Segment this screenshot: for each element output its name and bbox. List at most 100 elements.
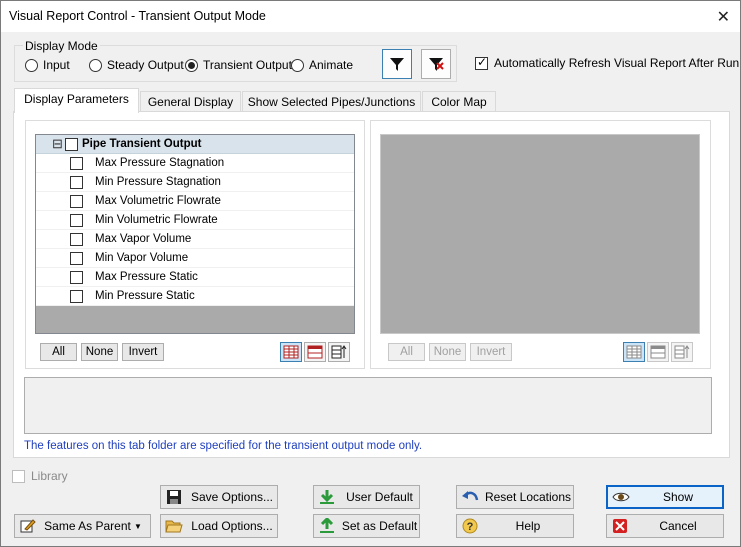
eye-icon xyxy=(608,490,634,504)
sort-button[interactable] xyxy=(328,342,350,362)
tree-row-checkbox[interactable] xyxy=(70,290,83,303)
tree-row[interactable]: Max Pressure Stagnation xyxy=(36,154,354,173)
radio-steady-output-label: Steady Output xyxy=(107,58,184,72)
download-icon xyxy=(314,489,340,505)
tab-general-display-label: General Display xyxy=(147,95,234,109)
collapse-icon[interactable]: ⊟ xyxy=(52,136,63,152)
radio-dot[interactable] xyxy=(25,58,38,72)
tree-row[interactable]: Max Volumetric Flowrate xyxy=(36,192,354,211)
user-default-button[interactable]: User Default xyxy=(313,485,420,509)
tab-show-selected-pipes-junctions[interactable]: Show Selected Pipes/Junctions xyxy=(242,91,421,113)
tree-row-label: Min Pressure Static xyxy=(95,290,195,302)
sort-icon xyxy=(674,345,690,359)
tab-display-parameters[interactable]: Display Parameters xyxy=(14,88,139,113)
preview-table-view-button[interactable] xyxy=(647,342,669,362)
select-all-button[interactable]: All xyxy=(40,343,77,361)
tab-color-map-label: Color Map xyxy=(431,95,487,109)
auto-refresh-label: Automatically Refresh Visual Report Afte… xyxy=(494,56,740,70)
radio-animate-label: Animate xyxy=(309,58,354,72)
tree-row-label: Max Pressure Static xyxy=(95,271,198,283)
library-label: Library xyxy=(31,469,68,483)
clear-filter-button[interactable] xyxy=(421,49,451,79)
dropdown-arrow-icon: ▼ xyxy=(134,521,142,531)
close-icon[interactable]: ✕ xyxy=(717,7,730,27)
tree-row[interactable]: Min Pressure Static xyxy=(36,287,354,306)
filter-icon xyxy=(390,58,404,71)
user-default-label: User Default xyxy=(346,490,413,504)
preview-grid-view-button[interactable] xyxy=(623,342,645,362)
clear-filter-icon xyxy=(429,58,444,71)
tree-row-label: Max Vapor Volume xyxy=(95,233,192,245)
same-as-parent-dropdown[interactable]: Same As Parent ▼ xyxy=(14,514,151,538)
radio-animate[interactable]: Animate xyxy=(291,58,353,72)
cancel-button[interactable]: Cancel xyxy=(606,514,724,538)
tree-row-checkbox[interactable] xyxy=(70,176,83,189)
grid-icon xyxy=(626,345,642,359)
tab-color-map[interactable]: Color Map xyxy=(422,91,496,113)
tree-row-checkbox[interactable] xyxy=(70,252,83,265)
tree-row-label: Min Volumetric Flowrate xyxy=(95,214,218,226)
tree-row[interactable]: Min Volumetric Flowrate xyxy=(36,211,354,230)
window-title: Visual Report Control - Transient Output… xyxy=(9,9,266,23)
show-label: Show xyxy=(662,490,694,504)
tree-row[interactable]: Min Vapor Volume xyxy=(36,249,354,268)
grid-view-button[interactable] xyxy=(280,342,302,362)
svg-text:?: ? xyxy=(467,521,474,533)
same-as-parent-label: Same As Parent xyxy=(44,519,131,533)
preview-all-button[interactable]: All xyxy=(388,343,425,361)
help-label: Help xyxy=(515,519,541,533)
radio-transient-output-label: Transient Output xyxy=(203,58,292,72)
preview-none-button[interactable]: None xyxy=(429,343,466,361)
save-options-button[interactable]: Save Options... xyxy=(160,485,278,509)
preview-sort-button[interactable] xyxy=(671,342,693,362)
tree-header-label: Pipe Transient Output xyxy=(82,138,202,150)
library-checkbox[interactable] xyxy=(12,469,25,483)
preview-invert-button[interactable]: Invert xyxy=(470,343,512,361)
tab-show-selected-label: Show Selected Pipes/Junctions xyxy=(247,95,416,109)
reset-locations-button[interactable]: Reset Locations xyxy=(456,485,574,509)
radio-input[interactable]: Input xyxy=(25,58,70,72)
tree-row[interactable]: Min Pressure Stagnation xyxy=(36,173,354,192)
visual-report-dialog: Visual Report Control - Transient Output… xyxy=(0,0,741,547)
table-icon xyxy=(307,345,323,359)
show-button[interactable]: Show xyxy=(606,485,724,509)
tree-row-checkbox[interactable] xyxy=(70,271,83,284)
tree-row[interactable]: Max Pressure Static xyxy=(36,268,354,287)
select-none-button[interactable]: None xyxy=(81,343,118,361)
radio-dot-selected[interactable] xyxy=(185,58,198,72)
tree-header-row[interactable]: ⊟ Pipe Transient Output xyxy=(36,135,354,154)
tree-row[interactable]: Max Vapor Volume xyxy=(36,230,354,249)
tree-row-label: Max Pressure Stagnation xyxy=(95,157,225,169)
transient-mode-note: The features on this tab folder are spec… xyxy=(24,440,423,452)
auto-refresh-checkbox[interactable] xyxy=(475,55,488,70)
title-bar: Visual Report Control - Transient Output… xyxy=(1,1,740,32)
set-as-default-label: Set as Default xyxy=(341,519,418,533)
radio-input-label: Input xyxy=(43,58,70,72)
tree-row-checkbox[interactable] xyxy=(70,214,83,227)
tree-row-checkbox[interactable] xyxy=(70,157,83,170)
radio-steady-output[interactable]: Steady Output xyxy=(89,58,184,72)
load-options-button[interactable]: Load Options... xyxy=(160,514,278,538)
parameter-tree[interactable]: ⊟ Pipe Transient Output Max Pressure Sta… xyxy=(35,134,355,334)
tree-row-checkbox[interactable] xyxy=(70,195,83,208)
tab-display-parameters-label: Display Parameters xyxy=(24,92,129,106)
auto-refresh-option[interactable]: Automatically Refresh Visual Report Afte… xyxy=(475,55,740,70)
reset-locations-label: Reset Locations xyxy=(484,490,572,504)
library-option[interactable]: Library xyxy=(12,469,68,483)
tree-row-checkbox[interactable] xyxy=(70,233,83,246)
tab-general-display[interactable]: General Display xyxy=(140,91,241,113)
radio-dot[interactable] xyxy=(89,58,102,72)
sort-icon xyxy=(331,345,347,359)
cancel-icon xyxy=(607,518,633,534)
help-button[interactable]: ? Help xyxy=(456,514,574,538)
tree-header-checkbox[interactable] xyxy=(65,138,78,151)
set-as-default-button[interactable]: Set as Default xyxy=(313,514,420,538)
tree-row-label: Min Pressure Stagnation xyxy=(95,176,221,188)
tree-row-label: Max Volumetric Flowrate xyxy=(95,195,221,207)
display-mode-label: Display Mode xyxy=(23,39,100,53)
radio-dot[interactable] xyxy=(291,58,304,72)
table-view-button[interactable] xyxy=(304,342,326,362)
filter-button[interactable] xyxy=(382,49,412,79)
invert-selection-button[interactable]: Invert xyxy=(122,343,164,361)
radio-transient-output[interactable]: Transient Output xyxy=(185,58,292,72)
